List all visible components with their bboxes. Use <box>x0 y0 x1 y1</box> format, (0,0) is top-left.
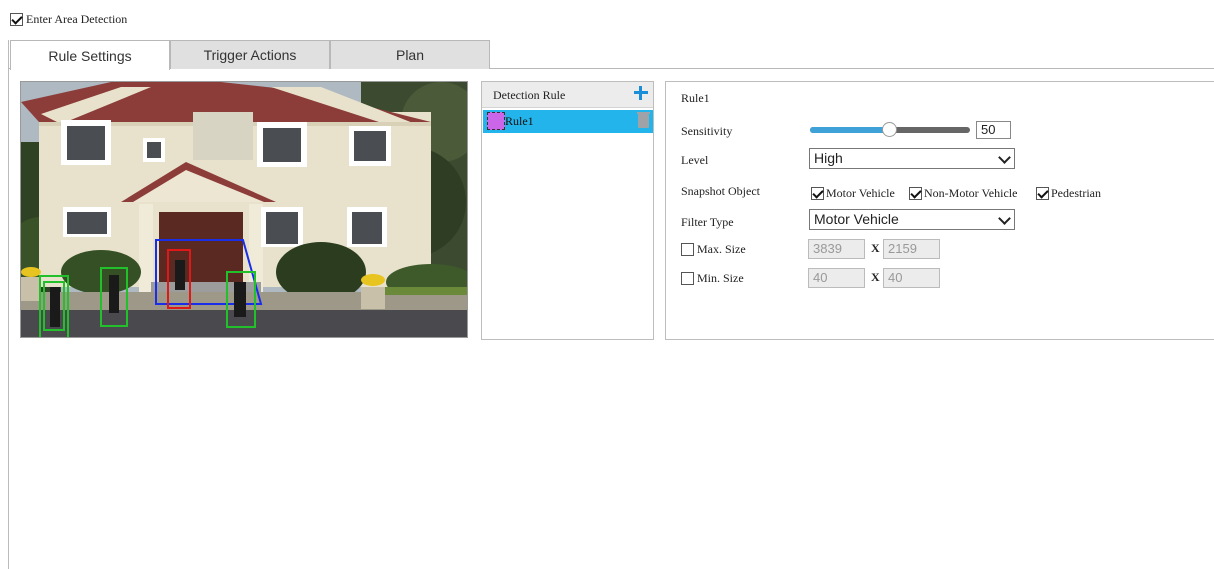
snapshot-motor-vehicle-check[interactable] <box>811 187 824 200</box>
chevron-down-icon <box>998 151 1011 164</box>
enable-detection-checkbox[interactable] <box>10 13 23 26</box>
sensitivity-slider-fill <box>810 127 890 133</box>
min-size-checkbox[interactable] <box>681 272 694 285</box>
add-rule-plus-icon[interactable] <box>634 85 648 100</box>
tab-rule-settings-label: Rule Settings <box>48 47 132 64</box>
level-select-value: High <box>814 150 843 166</box>
delete-rule-trash-icon[interactable] <box>637 112 650 128</box>
snapshot-object-label: Snapshot Object <box>681 184 760 198</box>
max-size-separator: X <box>871 241 880 255</box>
rule-settings-panel: Rule1 Sensitivity 50 Level High Snapshot… <box>665 81 1214 340</box>
sensitivity-label: Sensitivity <box>681 124 733 138</box>
enable-detection-label: Enter Area Detection <box>26 12 128 26</box>
filter-type-select[interactable]: Motor Vehicle <box>809 209 1015 230</box>
tab-bar: Rule Settings Trigger Actions Plan <box>8 40 1214 70</box>
tab-plan-label: Plan <box>395 47 425 63</box>
max-size-width-input[interactable]: 3839 <box>808 239 865 259</box>
sensitivity-value-input[interactable]: 50 <box>976 121 1011 139</box>
snapshot-pedestrian-checkbox[interactable]: Pedestrian <box>1036 186 1101 201</box>
snapshot-pedestrian-check[interactable] <box>1036 187 1049 200</box>
chevron-down-icon <box>998 212 1011 225</box>
detection-rule-panel: Detection Rule Rule1 <box>481 81 654 340</box>
snapshot-non-motor-vehicle-checkbox[interactable]: Non-Motor Vehicle <box>909 186 1017 201</box>
rule-list-item-label: Rule1 <box>505 114 534 128</box>
filter-type-select-value: Motor Vehicle <box>814 211 899 227</box>
detection-rule-header: Detection Rule <box>482 82 653 108</box>
max-size-label: Max. Size <box>697 242 746 256</box>
filter-type-label: Filter Type <box>681 215 734 229</box>
rule-color-swatch[interactable] <box>487 112 505 130</box>
video-preview[interactable] <box>20 81 468 338</box>
level-select[interactable]: High <box>809 148 1015 169</box>
max-size-checkbox[interactable] <box>681 243 694 256</box>
max-size-height-input[interactable]: 2159 <box>883 239 940 259</box>
min-size-separator: X <box>871 270 880 284</box>
min-size-height-input[interactable]: 40 <box>883 268 940 288</box>
snapshot-non-motor-vehicle-label: Non-Motor Vehicle <box>924 186 1018 200</box>
sensitivity-slider-handle[interactable] <box>882 122 897 137</box>
max-size-row[interactable]: Max. Size <box>681 242 746 257</box>
rule-title: Rule1 <box>681 91 710 105</box>
tab-plan[interactable]: Plan <box>330 40 490 69</box>
rule-list-item[interactable]: Rule1 <box>483 110 653 133</box>
tab-trigger-actions[interactable]: Trigger Actions <box>170 40 330 69</box>
min-size-label: Min. Size <box>697 271 744 285</box>
snapshot-non-motor-vehicle-check[interactable] <box>909 187 922 200</box>
camera-scene <box>21 82 467 337</box>
detection-rule-title: Detection Rule <box>493 88 566 102</box>
min-size-row[interactable]: Min. Size <box>681 271 744 286</box>
tab-trigger-actions-label: Trigger Actions <box>203 47 297 63</box>
snapshot-motor-vehicle-label: Motor Vehicle <box>826 186 895 200</box>
snapshot-pedestrian-label: Pedestrian <box>1051 186 1101 200</box>
min-size-width-input[interactable]: 40 <box>808 268 865 288</box>
snapshot-motor-vehicle-checkbox[interactable]: Motor Vehicle <box>811 186 895 201</box>
enable-detection-checkbox-row[interactable]: Enter Area Detection <box>10 12 127 27</box>
level-label: Level <box>681 153 709 167</box>
tab-rule-settings[interactable]: Rule Settings <box>10 40 170 70</box>
sensitivity-slider[interactable] <box>810 122 970 137</box>
